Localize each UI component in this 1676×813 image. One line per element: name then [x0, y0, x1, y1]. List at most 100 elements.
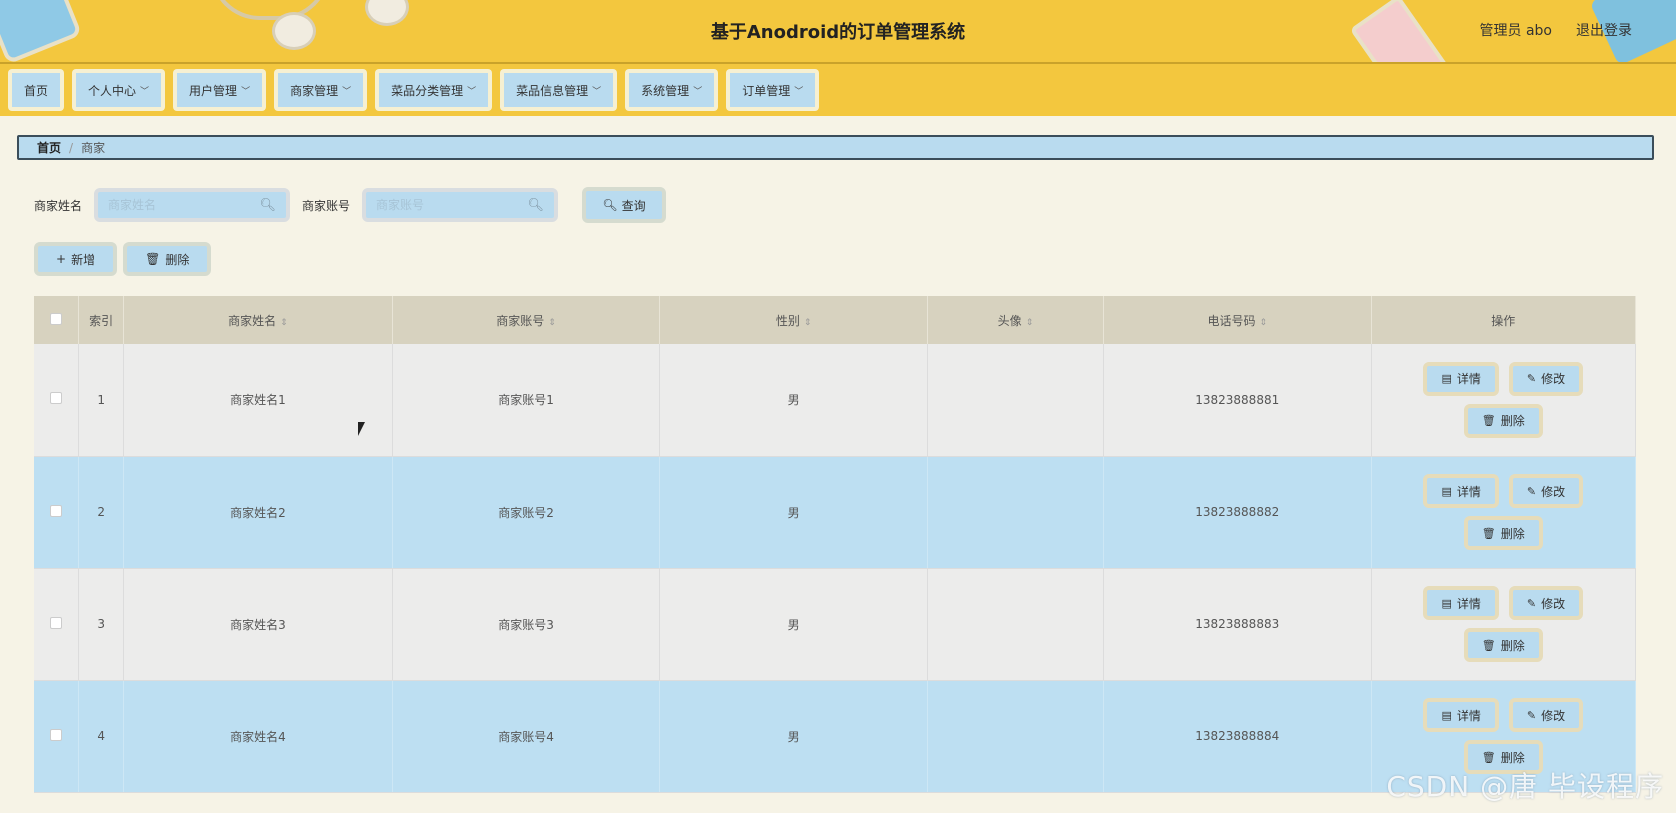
nav-item-personal-center[interactable]: 个人中心 ﹀ [72, 69, 166, 111]
nav-item-merchant-management[interactable]: 商家管理 ﹀ [274, 69, 368, 111]
nav-item-user-management[interactable]: 用户管理 ﹀ [173, 69, 267, 111]
row-select-cell [34, 344, 80, 457]
table-row: 1 商家姓名1 商家账号1 男 13823888881 ▤ 详情 ✎ 修改 🗑︎ 删除 [34, 344, 1636, 457]
delete-button[interactable]: 🗑︎ 删除 [1463, 628, 1543, 662]
row-checkbox[interactable] [50, 504, 63, 517]
table-row: 3 商家姓名3 商家账号3 男 13823888883 ▤ 详情 ✎ 修改 🗑︎ 删除 [34, 568, 1636, 681]
breadcrumb-home[interactable]: 首页 [37, 139, 61, 156]
app-title: 基于Anodroid的订单管理系统 [710, 22, 966, 43]
detail-button[interactable]: ▤ 详情 [1423, 474, 1499, 508]
column-header-phone[interactable]: 电话号码 ⇕ [1103, 296, 1372, 344]
sort-icon[interactable]: ⇕ [548, 318, 556, 328]
nav-item-label: 首页 [24, 83, 49, 98]
query-button[interactable]: 🔍︎ 查询 [582, 187, 667, 223]
edit-button[interactable]: ✎ 修改 [1508, 698, 1584, 732]
delete-button[interactable]: 🗑︎ 删除 [1463, 516, 1543, 550]
nav-item-dish-category-management[interactable]: 菜品分类管理 ﹀ [375, 69, 493, 111]
index-cell: 3 [78, 568, 125, 681]
column-header-index: 索引 [78, 296, 125, 344]
actions-cell: ▤ 详情 ✎ 修改 🗑︎ 删除 [1371, 568, 1636, 681]
actions-cell: ▤ 详情 ✎ 修改 🗑︎ 删除 [1371, 344, 1636, 457]
edit-button[interactable]: ✎ 修改 [1508, 361, 1584, 396]
row-checkbox[interactable] [50, 616, 63, 629]
nav-item-home[interactable]: 首页 [8, 69, 65, 111]
chevron-down-icon: ﹀ [794, 86, 804, 97]
sort-icon[interactable]: ⇕ [280, 318, 288, 328]
sort-icon[interactable]: ⇕ [1259, 318, 1267, 328]
select-all-checkbox[interactable] [50, 312, 63, 325]
trash-icon: 🗑︎ [1481, 638, 1496, 652]
search-icon: 🔍︎ [527, 198, 545, 213]
nav-item-system-management[interactable]: 系统管理 ﹀ [625, 69, 719, 111]
merchant-account-field: 🔍︎ [362, 188, 559, 222]
plus-icon: + [56, 252, 67, 266]
toolbar: + 新增 🗑︎ 删除 [34, 242, 212, 276]
avatar-cell [927, 568, 1104, 681]
nav-item-order-management[interactable]: 订单管理 ﹀ [726, 69, 820, 111]
nav-item-label: 菜品信息管理 [516, 83, 589, 98]
name-cell: 商家姓名1 [123, 344, 393, 457]
merchant-account-label: 商家账号 [302, 198, 351, 213]
nav-item-dish-info-management[interactable]: 菜品信息管理 ﹀ [500, 69, 618, 111]
search-bar: 商家姓名 🔍︎ 商家账号 🔍︎ 🔍︎ 查询 [34, 187, 667, 223]
pencil-icon: ✎ [1526, 596, 1537, 610]
detail-button[interactable]: ▤ 详情 [1423, 586, 1499, 620]
edit-button[interactable]: ✎ 修改 [1508, 586, 1584, 620]
account-cell: 商家账号1 [392, 344, 661, 457]
search-icon: 🔍︎ [602, 198, 618, 212]
chevron-down-icon: ﹀ [241, 86, 251, 97]
merchant-name-input[interactable] [108, 198, 269, 212]
detail-button[interactable]: ▤ 详情 [1423, 361, 1499, 396]
avatar-cell [927, 344, 1104, 457]
row-select-cell [34, 568, 80, 681]
column-header-avatar[interactable]: 头像 ⇕ [927, 296, 1104, 344]
phone-cell: 13823888883 [1103, 568, 1372, 681]
trash-icon: 🗑︎ [1481, 750, 1496, 764]
current-user: 管理员 abo [1479, 23, 1552, 39]
sort-icon[interactable]: ⇕ [1026, 318, 1034, 328]
detail-button[interactable]: ▤ 详情 [1423, 698, 1499, 732]
nav-item-label: 系统管理 [641, 83, 690, 98]
document-icon: ▤ [1441, 372, 1452, 386]
query-button-label: 查询 [621, 198, 646, 213]
edit-button[interactable]: ✎ 修改 [1508, 474, 1584, 508]
gender-cell: 男 [659, 568, 928, 681]
trash-icon: 🗑︎ [1481, 526, 1496, 540]
nav-item-label: 用户管理 [189, 83, 238, 98]
select-all-cell [34, 296, 80, 344]
document-icon: ▤ [1441, 484, 1452, 498]
merchant-name-label: 商家姓名 [34, 198, 83, 213]
name-cell: 商家姓名3 [123, 568, 393, 681]
sort-icon[interactable]: ⇕ [804, 318, 812, 328]
column-header-actions: 操作 [1371, 296, 1636, 344]
account-cell: 商家账号3 [392, 568, 661, 681]
index-cell: 2 [78, 456, 125, 569]
add-button[interactable]: + 新增 [34, 242, 118, 276]
breadcrumb-current: 商家 [81, 141, 106, 155]
merchant-name-field: 🔍︎ [94, 188, 291, 222]
bulk-delete-button-label: 删除 [165, 252, 190, 267]
phone-cell: 13823888881 [1103, 344, 1372, 457]
nav-item-label: 商家管理 [290, 83, 339, 98]
column-header-gender[interactable]: 性别 ⇕ [659, 296, 928, 344]
delete-button[interactable]: 🗑︎ 删除 [1463, 403, 1543, 438]
phone-cell: 13823888884 [1103, 680, 1372, 793]
row-checkbox[interactable] [50, 728, 63, 741]
pencil-icon: ✎ [1526, 708, 1537, 722]
logout-link[interactable]: 退出登录 [1576, 20, 1632, 40]
chevron-down-icon: ﹀ [342, 86, 352, 97]
merchant-account-input[interactable] [376, 198, 537, 212]
bulk-delete-button[interactable]: 🗑︎ 删除 [123, 242, 212, 276]
app-header: 基于Anodroid的订单管理系统 管理员 abo 退出登录 [0, 0, 1676, 64]
chevron-down-icon: ﹀ [467, 86, 477, 97]
row-select-cell [34, 456, 80, 569]
row-select-cell [34, 680, 80, 793]
mouse-cursor-icon [358, 422, 365, 436]
pencil-icon: ✎ [1526, 372, 1537, 386]
column-header-account[interactable]: 商家账号 ⇕ [392, 296, 661, 344]
nav-item-label: 订单管理 [742, 83, 791, 98]
column-header-name[interactable]: 商家姓名 ⇕ [123, 296, 393, 344]
row-checkbox[interactable] [50, 392, 63, 405]
pencil-icon: ✎ [1526, 484, 1537, 498]
actions-cell: ▤ 详情 ✎ 修改 🗑︎ 删除 [1371, 456, 1636, 569]
